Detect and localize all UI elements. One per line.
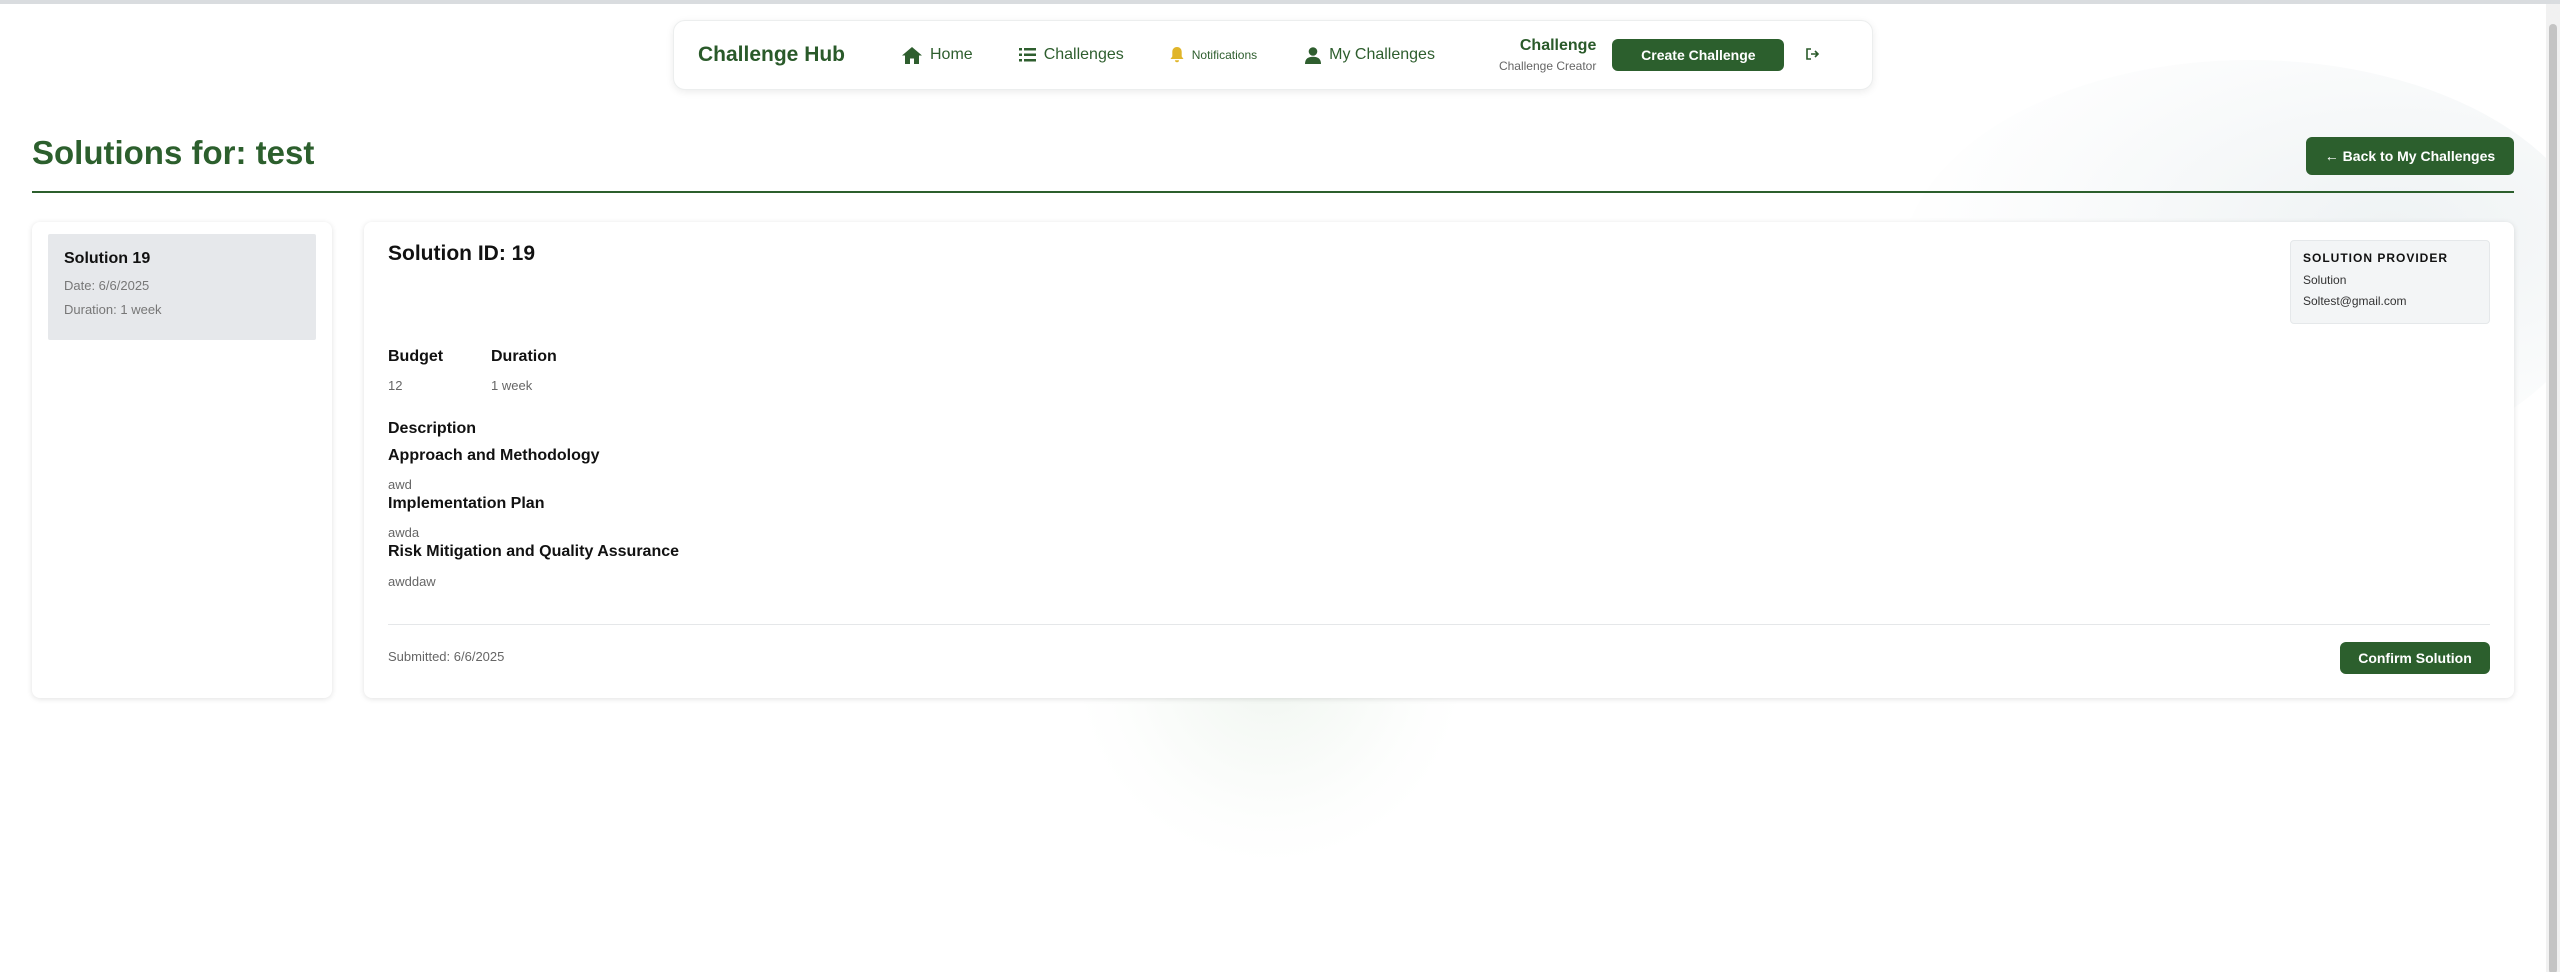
list-icon: [1018, 48, 1036, 62]
solution-detail-card: Solution ID: 19 SOLUTION PROVIDER Soluti…: [364, 222, 2514, 698]
risk-heading: Risk Mitigation and Quality Assurance: [388, 543, 680, 560]
user-info: Challenge Challenge Creator: [1499, 37, 1596, 73]
bell-icon: [1170, 47, 1184, 63]
nav-home[interactable]: Home: [902, 46, 973, 64]
submitted-date: Submitted: 6/6/2025: [388, 649, 505, 664]
confirm-solution-button[interactable]: Confirm Solution: [2340, 642, 2490, 674]
page-scrollbar[interactable]: [2546, 4, 2560, 972]
budget-value: 12: [388, 378, 403, 393]
page-title: Solutions for: test: [32, 134, 315, 171]
implementation-text: awda: [388, 525, 420, 540]
provider-label: SOLUTION PROVIDER: [2303, 251, 2449, 265]
duration-value: 1 week: [491, 378, 533, 393]
user-name: Challenge: [1519, 37, 1597, 54]
home-icon: [902, 46, 922, 64]
budget-label: Budget: [388, 348, 444, 365]
solution-item-duration: Duration: 1 week: [64, 302, 162, 317]
solution-list-item[interactable]: Solution 19 Date: 6/6/2025 Duration: 1 w…: [48, 234, 316, 340]
duration-label: Duration: [491, 348, 557, 365]
nav-my-challenges-label: My Challenges: [1329, 46, 1435, 63]
provider-name: Solution: [2303, 273, 2347, 287]
solution-id-title: Solution ID: 19: [388, 242, 535, 265]
nav-home-label: Home: [930, 46, 973, 63]
detail-divider: [388, 624, 2490, 625]
nav-notifications[interactable]: Notifications: [1170, 47, 1257, 63]
nav-challenges-label: Challenges: [1043, 46, 1124, 63]
user-role: Challenge Creator: [1498, 59, 1597, 73]
approach-text: awd: [388, 477, 412, 492]
title-divider: [32, 191, 2514, 193]
implementation-heading: Implementation Plan: [388, 495, 545, 512]
nav-challenges[interactable]: Challenges: [1018, 46, 1124, 64]
user-icon: [1305, 46, 1322, 64]
solution-item-title: Solution 19: [64, 250, 151, 267]
nav-my-challenges[interactable]: My Challenges: [1305, 46, 1435, 64]
logout-button[interactable]: [1806, 47, 1820, 63]
description-label: Description: [388, 420, 477, 437]
brand-title[interactable]: Challenge Hub: [698, 43, 902, 67]
approach-heading: Approach and Methodology: [388, 447, 600, 464]
top-border: [0, 0, 2560, 4]
logout-icon: [1806, 48, 1820, 60]
top-navbar: Challenge Hub Home Challenges Notificati…: [673, 20, 1873, 90]
solution-item-date: Date: 6/6/2025: [64, 278, 150, 293]
solution-provider-box: SOLUTION PROVIDER Solution Soltest@gmail…: [2290, 240, 2490, 324]
scrollbar-thumb[interactable]: [2549, 24, 2557, 972]
risk-text: awddaw: [388, 574, 436, 589]
nav-notifications-label: Notifications: [1191, 48, 1258, 62]
provider-email: Soltest@gmail.com: [2303, 294, 2407, 308]
solutions-sidebar: Solution 19 Date: 6/6/2025 Duration: 1 w…: [32, 222, 332, 698]
back-to-my-challenges-button[interactable]: ← Back to My Challenges: [2306, 137, 2514, 175]
create-challenge-button[interactable]: Create Challenge: [1612, 39, 1785, 71]
